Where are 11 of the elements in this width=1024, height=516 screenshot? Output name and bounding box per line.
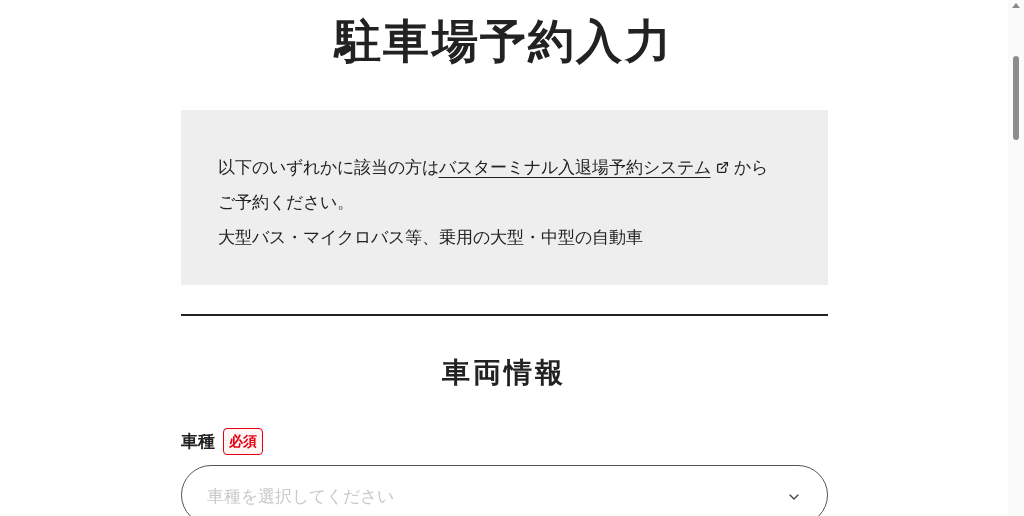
- page-title: 駐車場予約入力: [332, 18, 675, 64]
- scrollbar-thumb[interactable]: [1013, 56, 1019, 140]
- required-badge: 必須: [222, 428, 263, 455]
- notice-text: 以下のいずれかに該当の方はバスターミナル入退場予約システム からご予約ください。: [217, 157, 769, 214]
- scroll-up-arrow-icon[interactable]: [1012, 3, 1020, 8]
- reservation-system-link[interactable]: バスターミナル入退場予約システム: [438, 158, 711, 177]
- external-link-icon: [715, 161, 729, 174]
- scrollbar[interactable]: [1008, 0, 1024, 516]
- field-label: 車種: [180, 430, 215, 453]
- section-title: 車両情報: [441, 356, 567, 390]
- vehicle-condition-text: 大型バス・マイクロバス等、乗用の大型・中型の自動車: [217, 227, 644, 249]
